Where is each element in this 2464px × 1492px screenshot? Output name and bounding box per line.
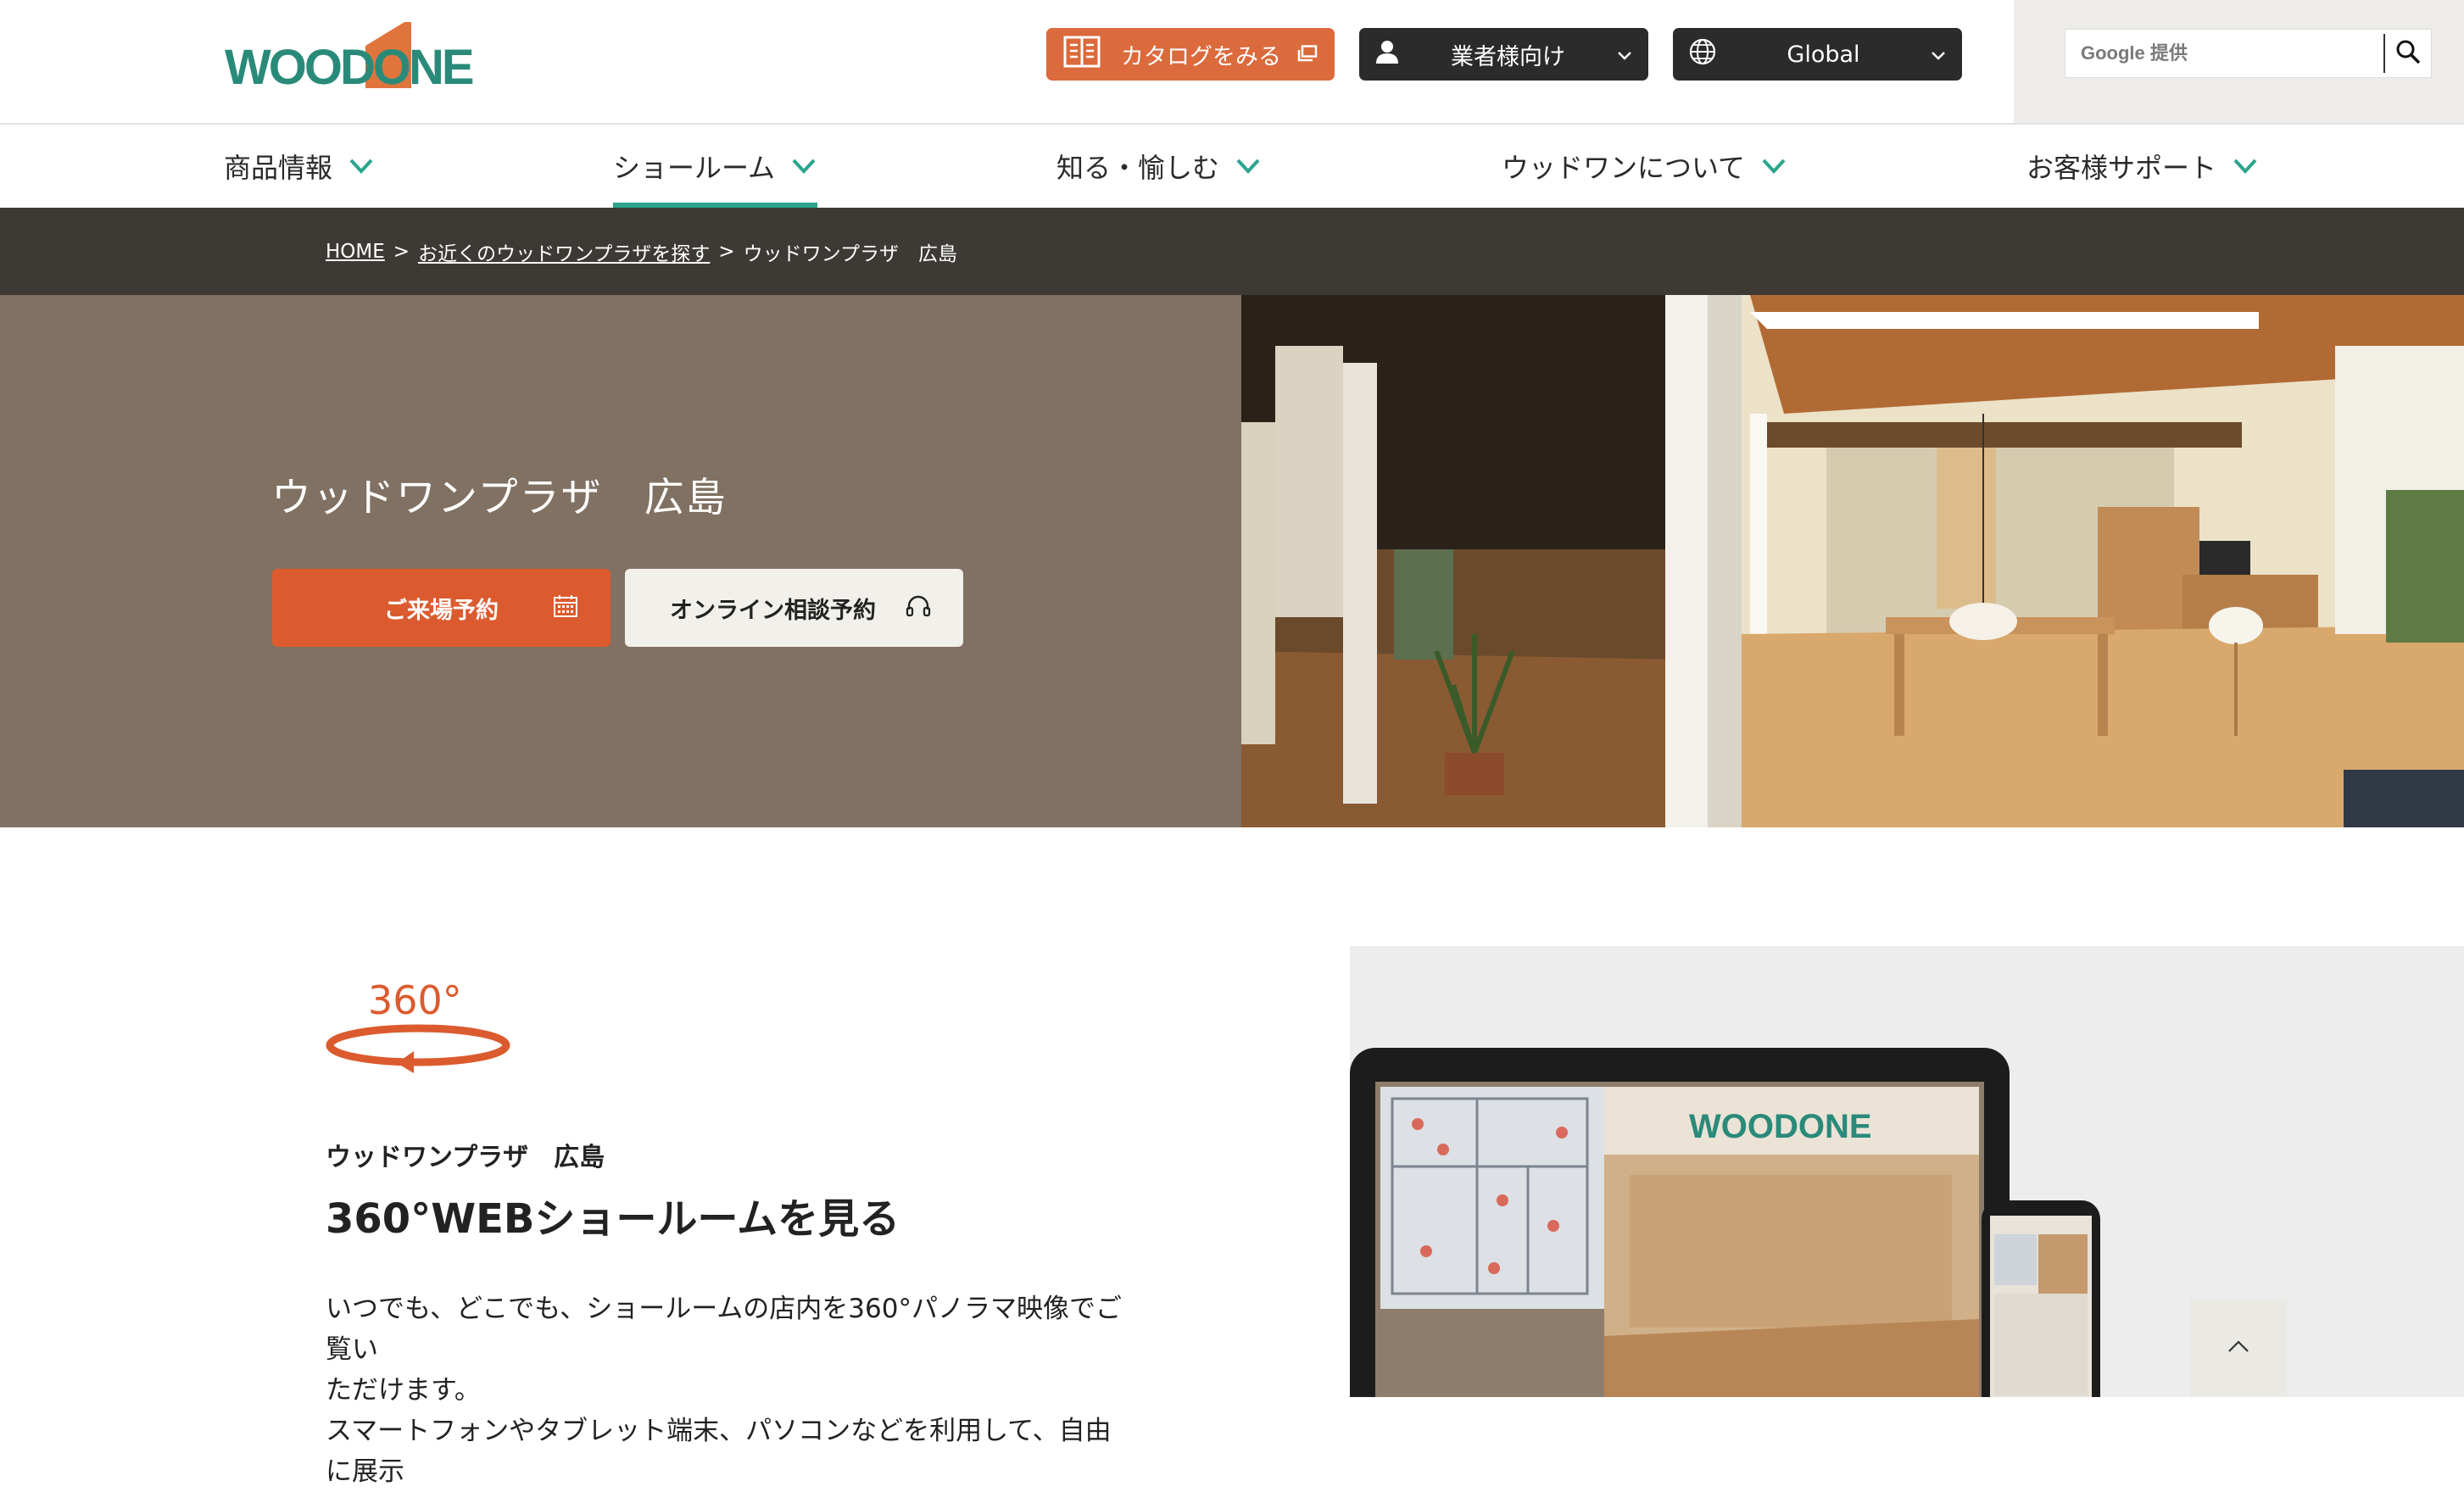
breadcrumb-separator: > xyxy=(718,240,735,263)
breadcrumb-current: ウッドワンプラザ 広島 xyxy=(743,242,957,265)
nav-label: 知る・愉しむ xyxy=(1056,152,1220,184)
nav-item-about[interactable]: ウッドワンについて xyxy=(1502,125,1787,208)
chevron-down-icon xyxy=(2232,157,2259,175)
catalog-button[interactable]: カタログをみる xyxy=(1046,28,1335,81)
visit-label: ご来場予約 xyxy=(384,597,499,624)
online-consultation-button[interactable]: オンライン相談予約 xyxy=(625,569,963,647)
chevron-down-icon xyxy=(790,157,817,175)
external-window-icon xyxy=(1297,42,1318,68)
breadcrumb-home-link[interactable]: HOME xyxy=(326,241,385,263)
online-label: オンライン相談予約 xyxy=(670,597,876,624)
chevron-up-icon xyxy=(2227,1339,2250,1357)
webshowroom-title[interactable]: 360°WEBショールームを見る xyxy=(326,1185,900,1244)
search-button[interactable] xyxy=(2385,30,2431,77)
breadcrumb: HOME > お近くのウッドワンプラザを探す > ウッドワンプラザ 広島 xyxy=(0,208,2464,295)
business-label: 業者様向け xyxy=(1451,43,1565,70)
business-dropdown-button[interactable]: 業者様向け xyxy=(1359,28,1648,81)
description-line: いつでも、どこでも、ショールームの店内を360°パノラマ映像でご覧い xyxy=(326,1294,1122,1365)
catalog-label: カタログをみる xyxy=(1121,43,1281,70)
search-area xyxy=(2014,0,2464,123)
showroom-photo xyxy=(1241,295,2464,827)
360-view-icon: 360° xyxy=(324,966,512,1077)
page-title: ウッドワンプラザ 広島 xyxy=(271,475,727,521)
search-box xyxy=(2065,29,2432,78)
screen-logo-text: WOODONE xyxy=(1689,1108,1872,1145)
chevron-down-icon xyxy=(1616,42,1633,68)
woodone-logo[interactable]: WOODONE xyxy=(223,19,486,95)
device-mockup-image: WOODONE xyxy=(1350,1048,2100,1397)
search-icon xyxy=(2395,39,2421,68)
showroom-interior-image xyxy=(1241,295,2464,827)
global-dropdown-button[interactable]: Global xyxy=(1673,28,1962,81)
nav-label: 商品情報 xyxy=(224,152,333,184)
chevron-down-icon xyxy=(1235,157,1262,175)
headset-icon xyxy=(906,594,931,624)
person-icon xyxy=(1374,39,1400,70)
chevron-down-icon xyxy=(1930,42,1947,68)
chevron-down-icon xyxy=(348,157,375,175)
search-input[interactable] xyxy=(2065,30,2383,77)
webshowroom-description: いつでも、どこでも、ショールームの店内を360°パノラマ映像でご覧い ただけます… xyxy=(326,1289,1131,1492)
description-line: ただけます。 xyxy=(326,1375,481,1406)
catalog-book-icon xyxy=(1063,36,1101,74)
devices-image[interactable]: WOODONE xyxy=(1350,946,2464,1397)
description-line: スマートフォンやタブレット端末、パソコンなどを利用して、自由に展示 xyxy=(326,1416,1112,1487)
scroll-to-top-button[interactable] xyxy=(2190,1299,2287,1397)
site-header: WOODONE カタログをみる 業者様向け Global xyxy=(0,0,2464,123)
visit-reservation-button[interactable]: ご来場予約 xyxy=(272,569,610,647)
hero-panel: ウッドワンプラザ 広島 ご来場予約 オンライン相談予約 xyxy=(0,295,1241,827)
logo-text: WOODONE xyxy=(225,40,473,90)
nav-item-support[interactable]: お客様サポート xyxy=(2026,125,2259,208)
chevron-down-icon xyxy=(1760,157,1787,175)
showroom-subtitle: ウッドワンプラザ 広島 xyxy=(326,1143,605,1172)
global-label: Global xyxy=(1787,41,1860,68)
nav-item-products[interactable]: 商品情報 xyxy=(224,125,375,208)
360-logo-text: 360° xyxy=(368,977,462,1023)
breadcrumb-separator: > xyxy=(393,240,410,263)
global-nav: 商品情報 ショールーム 知る・愉しむ ウッドワンについて お客様サポート xyxy=(0,123,2464,208)
globe-icon xyxy=(1688,37,1717,72)
nav-label: ショールーム xyxy=(613,152,776,184)
calendar-icon xyxy=(553,594,578,624)
nav-item-enjoy[interactable]: 知る・愉しむ xyxy=(1056,125,1262,208)
nav-label: ウッドワンについて xyxy=(1502,152,1746,184)
nav-label: お客様サポート xyxy=(2026,152,2217,184)
breadcrumb-parent-link[interactable]: お近くのウッドワンプラザを探す xyxy=(418,237,710,266)
nav-item-showroom[interactable]: ショールーム xyxy=(613,125,818,208)
woodone-logo-mark: WOODONE xyxy=(225,22,476,95)
